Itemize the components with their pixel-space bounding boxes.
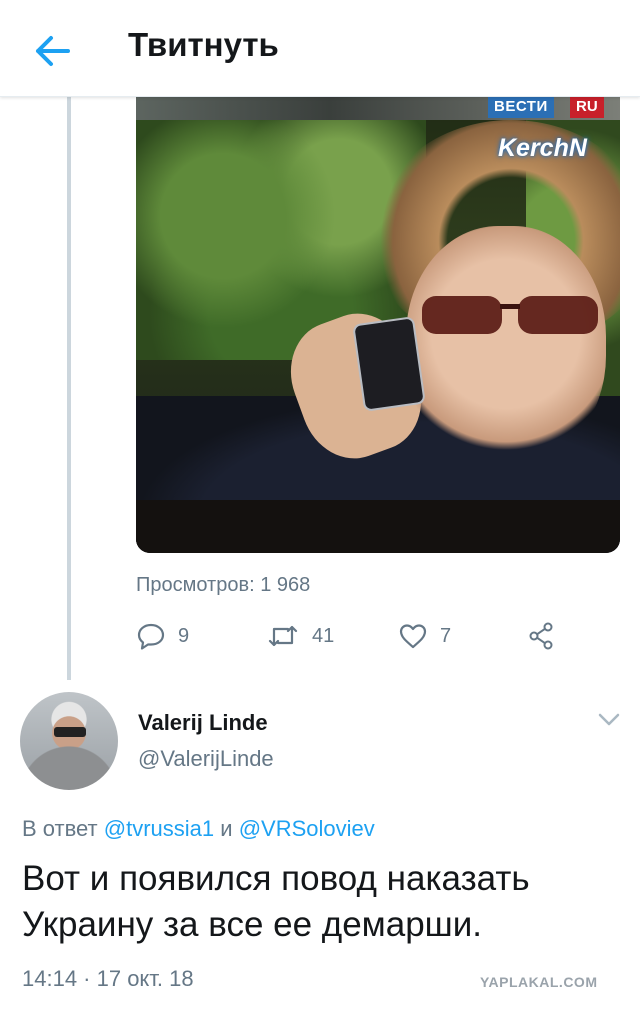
top-bar: Твитнуть (0, 0, 640, 97)
video-player[interactable]: ВЕСТИ RU KerchN (136, 96, 620, 553)
reply-count: 9 (178, 624, 190, 647)
watermark: YAPLAKAL.COM (480, 974, 598, 990)
thread-line (67, 96, 71, 680)
arrow-left-icon (36, 36, 70, 66)
share-icon (529, 622, 553, 650)
page-title: Твитнуть (128, 26, 279, 63)
back-button[interactable] (30, 28, 76, 74)
avatar[interactable] (20, 692, 118, 790)
reply-prefix: В ответ (22, 816, 98, 841)
reply-conjunction: и (220, 816, 233, 841)
ru-logo: RU (570, 96, 604, 118)
chevron-down-icon[interactable] (596, 710, 622, 730)
tweet-text: Вот и появился повод наказать Украину за… (22, 859, 530, 944)
vesti-logo: ВЕСТИ (488, 96, 554, 118)
mention-link[interactable]: @VRSoloviev (239, 816, 375, 841)
like-button[interactable]: 7 (398, 618, 451, 654)
retweet-icon (268, 625, 298, 647)
retweet-button[interactable]: 41 (266, 618, 334, 654)
reply-button[interactable]: 9 (136, 618, 189, 654)
retweet-count: 41 (312, 624, 335, 647)
mention-link[interactable]: @tvrussia1 (104, 816, 214, 841)
user-handle[interactable]: @ValerijLinde (138, 746, 274, 772)
user-display-name[interactable]: Valerij Linde (138, 710, 268, 736)
share-button[interactable] (526, 618, 556, 654)
tweet-timestamp[interactable]: 14:14 · 17 окт. 18 (22, 966, 194, 992)
view-count: Просмотров: 1 968 (136, 574, 311, 596)
kerch-logo: KerchN (498, 134, 587, 162)
reply-icon (137, 623, 165, 650)
tweet-actions: 9 41 7 (136, 618, 620, 654)
reply-context: В ответ @tvrussia1 и @VRSoloviev (22, 816, 375, 842)
like-count: 7 (440, 624, 452, 647)
heart-icon (399, 624, 427, 649)
